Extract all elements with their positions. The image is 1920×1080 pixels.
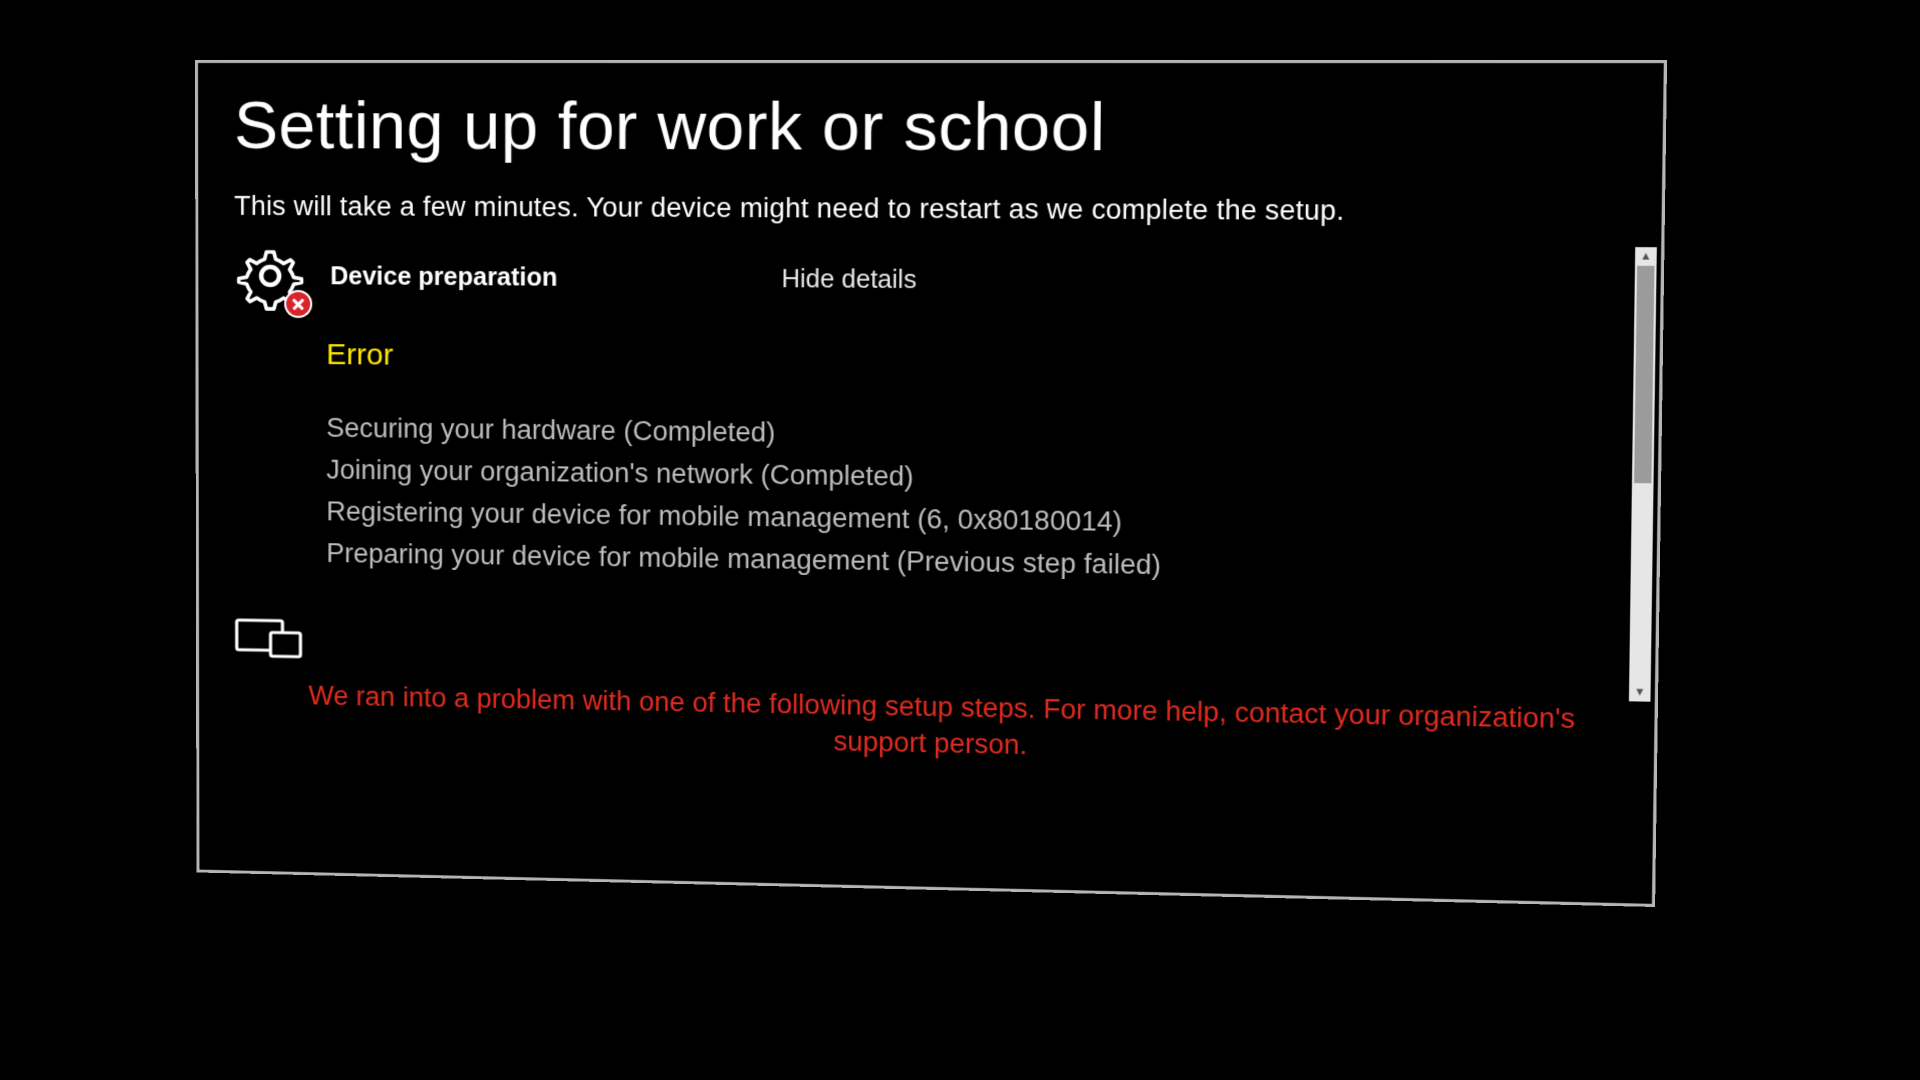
scroll-track[interactable]: [1629, 266, 1656, 683]
section-title: Device preparation: [330, 262, 757, 294]
page-title: Setting up for work or school: [234, 87, 1663, 167]
error-badge-icon: [284, 290, 312, 318]
section-details: Error Securing your hardware (Completed)…: [326, 338, 1608, 593]
section-header: Device preparation Hide details: [234, 240, 1609, 322]
scroll-up-arrow-icon[interactable]: ▲: [1635, 247, 1657, 266]
status-label: Error: [326, 338, 1608, 384]
page-subtitle: This will take a few minutes. Your devic…: [234, 191, 1662, 229]
scroll-down-arrow-icon[interactable]: ▼: [1629, 683, 1651, 702]
setup-panel: Setting up for work or school This will …: [195, 60, 1667, 907]
device-preparation-section: Device preparation Hide details Error Se…: [234, 240, 1661, 702]
section-content: Device preparation Hide details Error Se…: [234, 240, 1635, 700]
scroll-thumb[interactable]: [1634, 266, 1654, 483]
gear-icon: [234, 240, 306, 312]
hide-details-button[interactable]: Hide details: [781, 264, 916, 294]
